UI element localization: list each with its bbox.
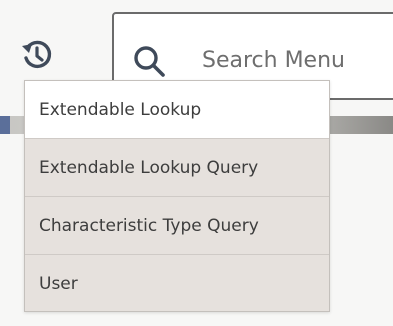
menu-item-extendable-lookup-query[interactable]: Extendable Lookup Query <box>25 139 329 197</box>
menu-item-extendable-lookup[interactable]: Extendable Lookup <box>25 81 329 139</box>
search-icon <box>134 46 165 77</box>
menu-item-label: Extendable Lookup <box>39 99 202 120</box>
history-button[interactable] <box>18 36 56 74</box>
recent-menu-dropdown: Extendable Lookup Extendable Lookup Quer… <box>24 80 330 312</box>
menu-item-label: Characteristic Type Query <box>39 215 259 236</box>
menu-item-user[interactable]: User <box>25 255 329 313</box>
search-input[interactable] <box>202 42 393 78</box>
menu-item-label: Extendable Lookup Query <box>39 157 259 178</box>
menu-item-characteristic-type-query[interactable]: Characteristic Type Query <box>25 197 329 255</box>
history-icon <box>22 40 52 69</box>
menu-item-label: User <box>39 274 78 294</box>
